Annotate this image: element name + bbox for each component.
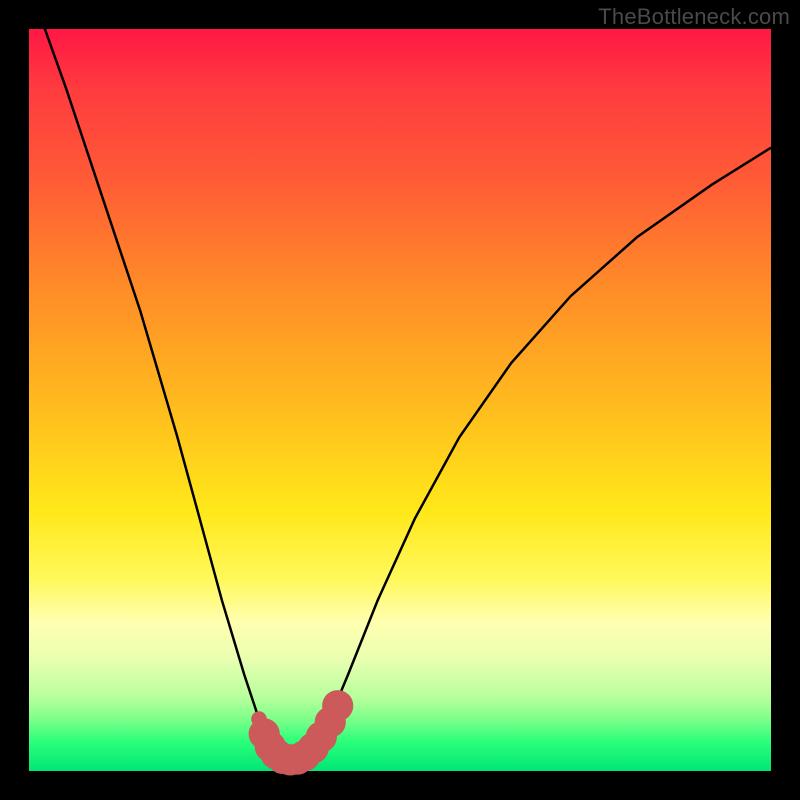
marker-dot [322,690,353,721]
bottleneck-curve [29,0,771,760]
watermark-text: TheBottleneck.com [598,4,790,30]
highlighted-range [249,690,354,775]
chart-frame [29,29,771,771]
bottleneck-curve-svg [29,29,771,771]
